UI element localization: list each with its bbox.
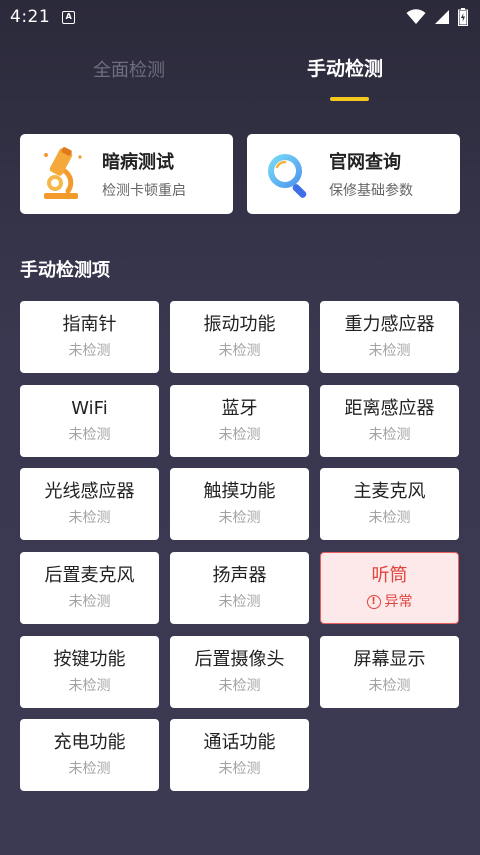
item-name: 光线感应器 xyxy=(44,481,135,502)
item-status: 未检测 xyxy=(68,594,111,610)
card-title: 暗病测试 xyxy=(102,152,174,173)
tab-manual-check[interactable]: 手动检测 xyxy=(307,54,383,81)
check-item-screen-display[interactable]: 屏幕显示 未检测 xyxy=(320,636,459,708)
check-item-buttons[interactable]: 按键功能 未检测 xyxy=(20,636,159,708)
check-item-vibration[interactable]: 振动功能 未检测 xyxy=(170,301,309,373)
item-status: 未检测 xyxy=(68,761,111,777)
item-name: 按键功能 xyxy=(53,649,126,670)
item-name: 重力感应器 xyxy=(344,314,435,335)
item-name: 指南针 xyxy=(62,314,117,335)
check-item-light-sensor[interactable]: 光线感应器 未检测 xyxy=(20,468,159,540)
check-item-main-microphone[interactable]: 主麦克风 未检测 xyxy=(320,468,459,540)
microscope-icon xyxy=(38,147,86,201)
item-status: 未检测 xyxy=(218,678,261,694)
item-status: 未检测 xyxy=(218,343,261,359)
wifi-icon xyxy=(406,9,426,25)
item-name: 触摸功能 xyxy=(203,481,276,502)
check-item-rear-microphone[interactable]: 后置麦克风 未检测 xyxy=(20,552,159,624)
item-name: 后置摄像头 xyxy=(194,649,285,670)
warning-icon: ! xyxy=(366,595,381,609)
notification-a-icon: A xyxy=(62,10,76,24)
item-name: 蓝牙 xyxy=(221,398,258,419)
item-status: 未检测 xyxy=(368,510,411,526)
item-name: WiFi xyxy=(71,398,108,419)
tab-indicator xyxy=(330,97,369,101)
check-item-proximity-sensor[interactable]: 距离感应器 未检测 xyxy=(320,385,459,457)
check-item-speaker[interactable]: 扬声器 未检测 xyxy=(170,552,309,624)
item-name: 振动功能 xyxy=(203,314,276,335)
item-status-text: 异常 xyxy=(384,594,413,610)
check-item-touch[interactable]: 触摸功能 未检测 xyxy=(170,468,309,540)
tab-all-check[interactable]: 全面检测 xyxy=(93,56,165,82)
status-icons xyxy=(406,8,468,26)
item-status: 未检测 xyxy=(68,343,111,359)
card-text: 暗病测试 检测卡顿重启 xyxy=(102,148,186,200)
check-item-charging[interactable]: 充电功能 未检测 xyxy=(20,719,159,791)
card-subtitle: 检测卡顿重启 xyxy=(102,183,186,199)
hidden-fault-test-card[interactable]: 暗病测试 检测卡顿重启 xyxy=(20,134,233,214)
check-item-gravity-sensor[interactable]: 重力感应器 未检测 xyxy=(320,301,459,373)
item-status: 未检测 xyxy=(68,510,111,526)
item-status: 未检测 xyxy=(368,343,411,359)
item-status: 未检测 xyxy=(218,761,261,777)
item-name: 充电功能 xyxy=(53,732,126,753)
check-item-call[interactable]: 通话功能 未检测 xyxy=(170,719,309,791)
check-item-bluetooth[interactable]: 蓝牙 未检测 xyxy=(170,385,309,457)
section-title: 手动检测项 xyxy=(20,260,110,281)
item-name: 距离感应器 xyxy=(344,398,435,419)
status-bar: 4:21 A xyxy=(0,0,480,34)
check-item-wifi[interactable]: WiFi 未检测 xyxy=(20,385,159,457)
item-status: ! 异常 xyxy=(366,593,413,611)
item-status: 未检测 xyxy=(368,678,411,694)
official-query-card[interactable]: 官网查询 保修基础参数 xyxy=(247,134,460,214)
check-item-earpiece[interactable]: 听筒 ! 异常 xyxy=(320,552,459,624)
item-name: 主麦克风 xyxy=(353,481,426,502)
magnifier-icon xyxy=(265,147,313,201)
item-name: 通话功能 xyxy=(203,732,276,753)
item-status: 未检测 xyxy=(218,510,261,526)
item-status: 未检测 xyxy=(368,427,411,443)
battery-icon xyxy=(458,8,468,26)
card-title: 官网查询 xyxy=(329,152,401,173)
item-status: 未检测 xyxy=(218,427,261,443)
card-subtitle: 保修基础参数 xyxy=(329,183,413,199)
item-name: 听筒 xyxy=(371,565,408,586)
item-name: 扬声器 xyxy=(212,565,267,586)
check-item-rear-camera[interactable]: 后置摄像头 未检测 xyxy=(170,636,309,708)
item-status: 未检测 xyxy=(218,594,261,610)
item-status: 未检测 xyxy=(68,427,111,443)
item-name: 屏幕显示 xyxy=(353,649,426,670)
card-text: 官网查询 保修基础参数 xyxy=(329,148,413,200)
item-status: 未检测 xyxy=(68,678,111,694)
check-item-compass[interactable]: 指南针 未检测 xyxy=(20,301,159,373)
status-time: 4:21 xyxy=(10,7,51,27)
signal-icon xyxy=(434,9,450,25)
tab-bar: 全面检测 手动检测 xyxy=(0,48,480,104)
item-name: 后置麦克风 xyxy=(44,565,135,586)
